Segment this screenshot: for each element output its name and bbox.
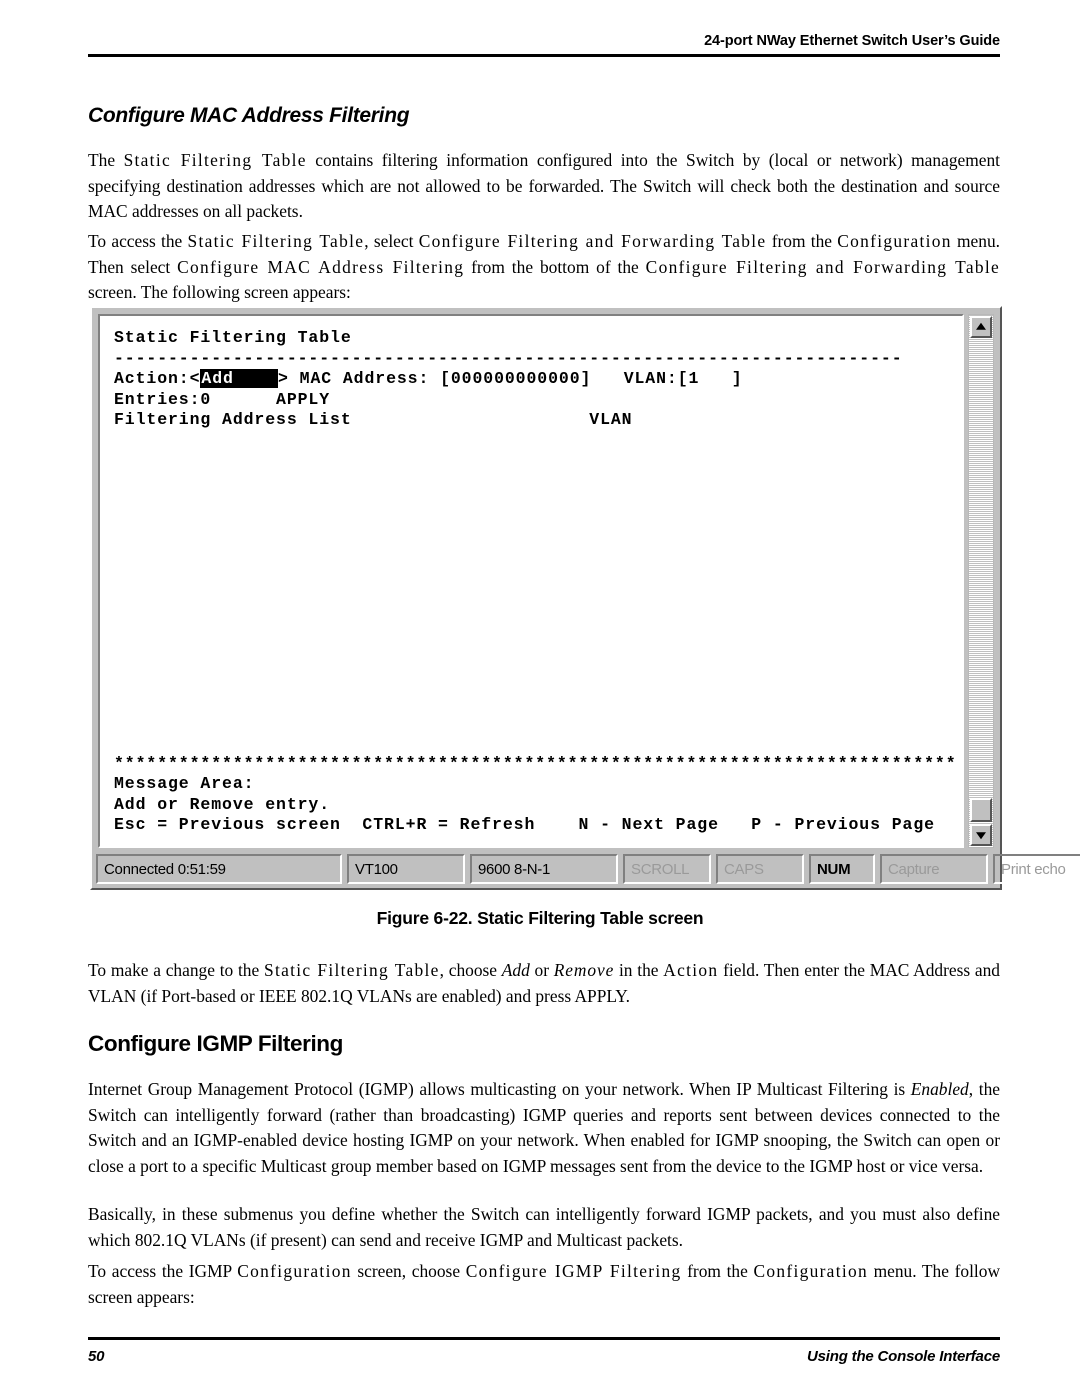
- terminal-key-hints: Esc = Previous screen CTRL+R = Refresh N…: [114, 815, 935, 835]
- terminal-divider-line: ----------------------------------------…: [114, 348, 903, 368]
- p3-field-action: Action: [663, 960, 719, 980]
- p1-text-a: The: [88, 150, 124, 170]
- terminal-vertical-scrollbar[interactable]: [968, 314, 994, 848]
- terminal-status-bar: Connected 0:51:59 VT100 9600 8-N-1 SCROL…: [96, 854, 1080, 884]
- p4-text-a: Internet Group Management Protocol (IGMP…: [88, 1079, 911, 1099]
- triangle-down-icon: [976, 832, 986, 840]
- status-scroll-indicator: SCROLL: [623, 854, 711, 884]
- p2-menu-configure-filtering-and-forwarding-table-2: Configure Filtering and Forwarding Table: [645, 256, 1000, 277]
- terminal-message-text: Add or Remove entry.: [114, 794, 331, 814]
- terminal-bottom-text: ****************************************…: [114, 754, 958, 836]
- status-connected: Connected 0:51:59: [96, 854, 342, 884]
- paragraph-igmp-overview: Internet Group Management Protocol (IGMP…: [88, 1077, 1000, 1179]
- figure-caption: Figure 6-22. Static Filtering Table scre…: [376, 908, 704, 928]
- footer-page-number: 50: [88, 1348, 105, 1365]
- terminal-inner: Static Filtering Table -----------------…: [98, 314, 994, 848]
- page-footer: 50 Using the Console Interface: [88, 1348, 1000, 1365]
- p6-screen-configuration: Configuration: [237, 1261, 352, 1281]
- scroll-down-button[interactable]: [970, 824, 992, 846]
- heading-configure-mac-address-filtering: Configure MAC Address Filtering: [88, 104, 410, 127]
- p2-text-k: screen. The following screen appears:: [88, 282, 351, 302]
- status-baud-settings: 9600 8-N-1: [470, 854, 618, 884]
- p4-state-enabled: Enabled: [910, 1079, 969, 1099]
- scroll-up-button[interactable]: [970, 316, 992, 338]
- scrollbar-thumb[interactable]: [970, 798, 992, 822]
- paragraph-access-igmp-configuration: To access the IGMP Configuration screen,…: [88, 1259, 1000, 1310]
- triangle-up-icon: [976, 322, 986, 330]
- p3-text-c: , choose: [439, 960, 502, 980]
- footer-section-title: Using the Console Interface: [807, 1348, 1000, 1365]
- action-value-pad: [234, 369, 277, 388]
- action-value-text: Add: [201, 369, 234, 389]
- terminal-message-label: Message Area:: [114, 774, 255, 794]
- p2-menu-configuration: Configuration: [837, 231, 952, 251]
- terminal-title: Static Filtering Table: [114, 328, 352, 347]
- p6-menu-configure-igmp-filtering: Configure IGMP Filtering: [465, 1261, 682, 1281]
- terminal-star-separator: ****************************************…: [114, 753, 958, 773]
- p3-option-remove: Remove: [553, 960, 615, 980]
- terminal-action-rest: > MAC Address: [000000000000] VLAN:[1 ]: [278, 369, 743, 389]
- p3-term-static-filtering-table: Static Filtering Table: [263, 960, 440, 980]
- terminal-screen: Static Filtering Table -----------------…: [98, 314, 964, 848]
- p6-text-a: To access the IGMP: [88, 1261, 238, 1281]
- action-field-value[interactable]: Add: [200, 369, 279, 389]
- p2-text-a: To access the: [88, 231, 188, 251]
- p2-text-e: from the: [766, 231, 838, 251]
- terminal-entries-line: Entries:0 APPLY: [114, 389, 331, 409]
- heading-configure-igmp-filtering: Configure IGMP Filtering: [88, 1031, 343, 1056]
- header-divider: [88, 53, 1000, 57]
- p2-text-c: , select: [364, 231, 419, 251]
- header-title: 24-port NWay Ethernet Switch User’s Guid…: [704, 33, 1000, 49]
- p2-menu-configure-filtering-and-forwarding-table: Configure Filtering and Forwarding Table: [418, 231, 767, 251]
- status-capture-indicator: Capture: [880, 854, 988, 884]
- p3-text-g: in the: [614, 960, 664, 980]
- paragraph-access-static-filtering-table: To access the Static Filtering Table, se…: [88, 229, 1000, 306]
- p6-text-c: screen, choose: [351, 1261, 466, 1281]
- terminal-top-text: Static Filtering Table -----------------…: [114, 328, 958, 431]
- footer-divider: [88, 1337, 1000, 1340]
- p2-text-i: from the bottom of the: [464, 256, 646, 277]
- p1-term-static-filtering-table: Static Filtering Table: [123, 150, 307, 170]
- p6-text-e: from the: [681, 1261, 754, 1281]
- page-header: 24-port NWay Ethernet Switch User’s Guid…: [88, 33, 1000, 57]
- paragraph-static-filtering-table-intro: The Static Filtering Table contains filt…: [88, 148, 1000, 225]
- paragraph-submenus-define: Basically, in these submenus you define …: [88, 1204, 1000, 1250]
- p2-term-static-filtering-table: Static Filtering Table: [187, 231, 365, 251]
- p3-text-e: or: [529, 960, 554, 980]
- terminal-action-label: Action:<: [114, 369, 201, 389]
- status-print-echo-indicator: Print echo: [993, 854, 1080, 884]
- status-caps-indicator: CAPS: [716, 854, 804, 884]
- p2-menu-configure-mac-address-filtering: Configure MAC Address Filtering: [177, 256, 465, 277]
- p6-menu-configuration: Configuration: [753, 1261, 868, 1281]
- terminal-list-header-line: Filtering Address List VLAN: [114, 410, 633, 430]
- status-emulation: VT100: [347, 854, 465, 884]
- p3-text-a: To make a change to the: [88, 960, 264, 980]
- paragraph-make-a-change: To make a change to the Static Filtering…: [88, 958, 1000, 1009]
- document-page: 24-port NWay Ethernet Switch User’s Guid…: [0, 0, 1080, 1397]
- status-num-indicator: NUM: [809, 854, 875, 884]
- p3-option-add: Add: [501, 960, 530, 980]
- hyperterminal-window: Static Filtering Table -----------------…: [90, 306, 1080, 890]
